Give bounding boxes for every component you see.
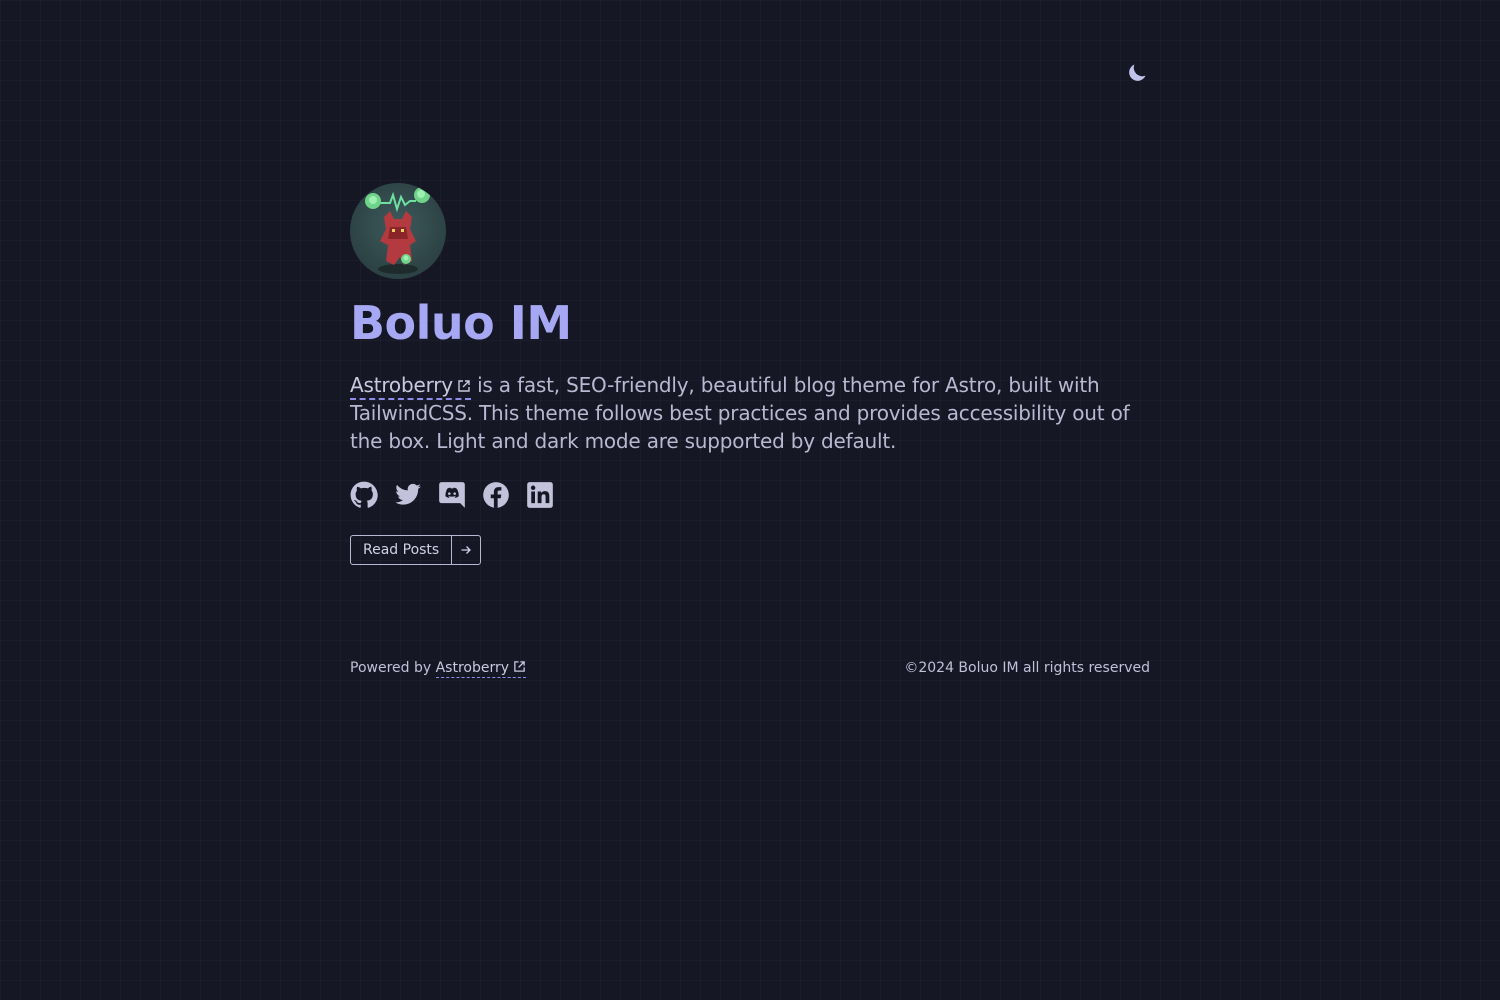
footer-astroberry-label: Astroberry: [435, 660, 510, 676]
avatar: [350, 183, 446, 279]
hero-section: Boluo IM Astroberry is a fast, SEO-frien…: [350, 183, 1150, 565]
facebook-link[interactable]: [482, 481, 510, 513]
read-posts-button[interactable]: Read Posts: [350, 535, 482, 565]
twitter-link[interactable]: [394, 483, 422, 511]
copyright: ©2024 Boluo IM all rights reserved: [904, 660, 1150, 676]
astroberry-link[interactable]: Astroberry: [350, 373, 471, 400]
arrow-right-icon: [452, 536, 480, 564]
theme-toggle-button[interactable]: [1124, 62, 1150, 88]
twitter-icon: [394, 481, 422, 513]
facebook-icon: [482, 481, 510, 513]
footer-astroberry-link[interactable]: Astroberry: [435, 660, 527, 678]
read-posts-label: Read Posts: [351, 536, 453, 564]
discord-icon: [438, 481, 466, 513]
powered-by-prefix: Powered by: [350, 660, 436, 676]
social-links: [350, 481, 1150, 513]
discord-link[interactable]: [438, 481, 466, 513]
github-icon: [350, 481, 378, 513]
intro-text: Astroberry is a fast, SEO-friendly, beau…: [350, 371, 1150, 455]
powered-by: Powered by Astroberry: [350, 660, 527, 678]
moon-icon: [1125, 61, 1149, 89]
footer: Powered by Astroberry ©2024 Boluo IM all…: [350, 660, 1150, 678]
site-title: Boluo IM: [350, 296, 572, 350]
linkedin-link[interactable]: [526, 481, 554, 513]
astroberry-link-label: Astroberry: [350, 373, 453, 397]
external-link-icon: [457, 372, 471, 392]
pixel-creature-avatar: [365, 187, 430, 274]
external-link-icon: [513, 660, 526, 673]
linkedin-icon: [526, 481, 554, 513]
github-link[interactable]: [350, 481, 378, 513]
